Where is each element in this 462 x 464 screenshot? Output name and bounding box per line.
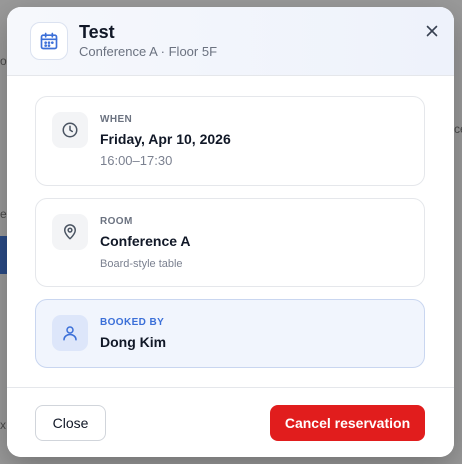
when-card: WHEN Friday, Apr 10, 2026 16:00–17:30 xyxy=(35,96,425,186)
booked-by-card: BOOKED BY Dong Kim xyxy=(35,299,425,368)
modal-subtitle: Conference A · Floor 5F xyxy=(79,44,218,59)
background-text: x xyxy=(0,418,6,432)
room-name: Conference A xyxy=(100,233,191,249)
room-detail: Board-style table xyxy=(100,258,183,270)
when-label: WHEN xyxy=(100,114,133,125)
map-pin-icon xyxy=(52,214,88,250)
user-icon xyxy=(52,315,88,351)
background-text: e xyxy=(0,207,7,221)
calendar-icon xyxy=(30,22,68,60)
clock-icon xyxy=(52,112,88,148)
reservation-date: Friday, Apr 10, 2026 xyxy=(100,131,231,147)
modal-title: Test xyxy=(79,22,115,42)
reservation-modal: Test Conference A · Floor 5F WHEN Friday… xyxy=(7,7,454,457)
booked-by-label: BOOKED BY xyxy=(100,317,165,328)
modal-footer: Close Cancel reservation xyxy=(7,387,454,457)
cancel-reservation-button[interactable]: Cancel reservation xyxy=(270,405,425,441)
close-button[interactable]: Close xyxy=(35,405,106,441)
room-card: ROOM Conference A Board-style table xyxy=(35,198,425,287)
modal-header: Test Conference A · Floor 5F xyxy=(7,7,454,76)
booked-by-name: Dong Kim xyxy=(100,334,167,350)
background-text: o xyxy=(0,54,7,68)
room-label: ROOM xyxy=(100,216,133,227)
background-text: ce xyxy=(454,122,462,136)
close-icon[interactable] xyxy=(422,21,442,41)
reservation-time: 16:00–17:30 xyxy=(100,153,173,168)
